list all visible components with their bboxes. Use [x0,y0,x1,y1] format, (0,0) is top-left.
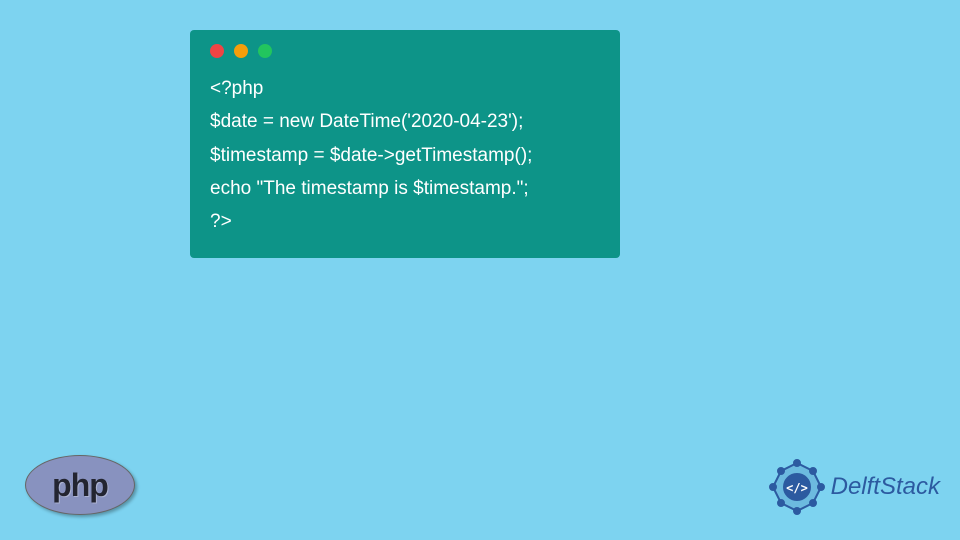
close-dot-icon [210,44,224,58]
minimize-dot-icon [234,44,248,58]
php-logo-text: php [52,467,108,504]
code-line: ?> [210,205,600,238]
code-line: $date = new DateTime('2020-04-23'); [210,105,600,138]
maximize-dot-icon [258,44,272,58]
svg-text:</>: </> [786,481,808,495]
code-line: <?php [210,72,600,105]
php-logo-icon: php [25,455,135,515]
code-line: echo "The timestamp is $timestamp."; [210,172,600,205]
window-controls [210,44,600,58]
delftstack-text: DelftStack [831,473,940,501]
code-line: $timestamp = $date->getTimestamp(); [210,139,600,172]
delftstack-icon: </> [769,459,825,515]
delftstack-logo: </> DelftStack [769,459,940,515]
code-window: <?php $date = new DateTime('2020-04-23')… [190,30,620,258]
